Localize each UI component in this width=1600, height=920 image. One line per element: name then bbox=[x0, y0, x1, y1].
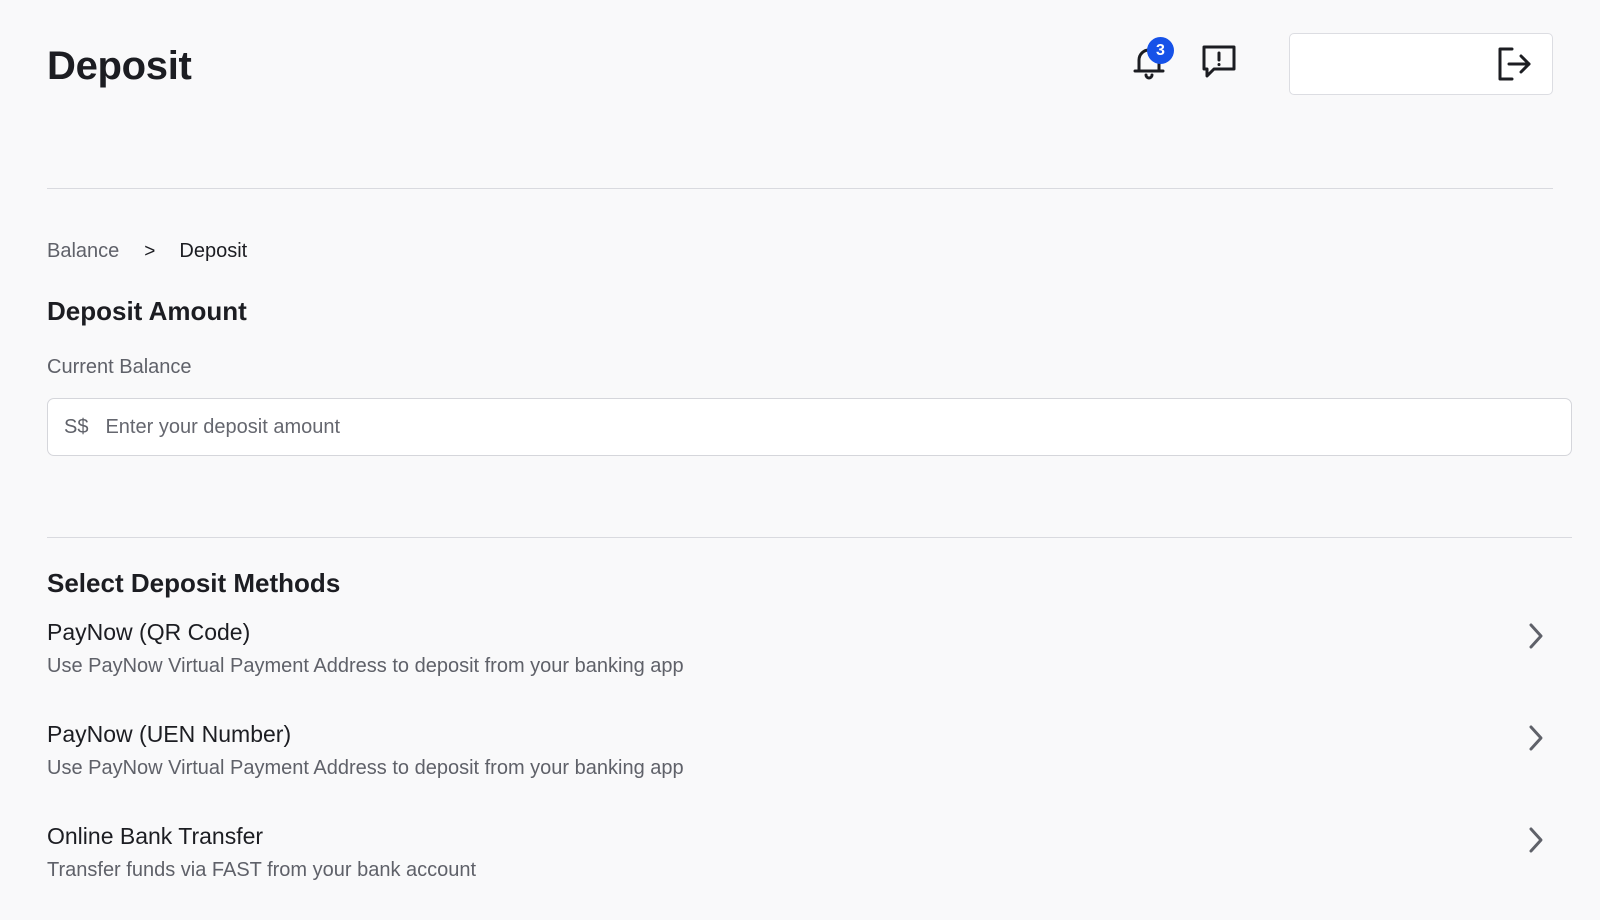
deposit-amount-field[interactable]: S$ bbox=[47, 398, 1572, 456]
deposit-method-bank-transfer[interactable]: Online Bank Transfer Transfer funds via … bbox=[47, 823, 1572, 903]
notifications-button[interactable]: 3 bbox=[1127, 37, 1174, 84]
breadcrumb-balance-link[interactable]: Balance bbox=[47, 240, 119, 263]
method-name: PayNow (QR Code) bbox=[47, 619, 251, 645]
header-actions: 3 bbox=[1127, 33, 1553, 95]
deposit-methods-heading: Select Deposit Methods bbox=[47, 568, 341, 598]
notification-count-badge: 3 bbox=[1147, 37, 1174, 64]
deposit-method-paynow-uen[interactable]: PayNow (UEN Number) Use PayNow Virtual P… bbox=[47, 721, 1572, 801]
chevron-right-icon bbox=[1524, 825, 1548, 855]
method-name: Online Bank Transfer bbox=[47, 823, 264, 849]
deposit-page: Deposit 3 Balance > Deposit Deposit Amou… bbox=[0, 0, 1600, 920]
chevron-right-icon bbox=[1524, 723, 1548, 753]
deposit-method-paynow-qr[interactable]: PayNow (QR Code) Use PayNow Virtual Paym… bbox=[47, 619, 1572, 699]
breadcrumb: Balance > Deposit bbox=[47, 240, 247, 263]
deposit-amount-heading: Deposit Amount bbox=[47, 296, 247, 326]
breadcrumb-separator: > bbox=[144, 240, 156, 262]
method-description: Use PayNow Virtual Payment Address to de… bbox=[47, 655, 684, 677]
feedback-button[interactable] bbox=[1197, 39, 1241, 83]
currency-prefix: S$ bbox=[64, 415, 89, 438]
current-balance-label: Current Balance bbox=[47, 356, 192, 378]
method-description: Use PayNow Virtual Payment Address to de… bbox=[47, 757, 684, 779]
logout-button[interactable] bbox=[1289, 33, 1553, 95]
method-description: Transfer funds via FAST from your bank a… bbox=[47, 859, 477, 881]
method-name: PayNow (UEN Number) bbox=[47, 721, 292, 747]
deposit-amount-input[interactable] bbox=[105, 415, 1571, 439]
page-header: Deposit 3 bbox=[47, 0, 1553, 189]
chevron-right-icon bbox=[1524, 621, 1548, 651]
feedback-icon bbox=[1202, 45, 1236, 78]
logout-icon bbox=[1498, 47, 1531, 81]
section-divider bbox=[47, 537, 1572, 538]
page-title: Deposit bbox=[47, 44, 192, 88]
breadcrumb-current: Deposit bbox=[179, 240, 248, 262]
